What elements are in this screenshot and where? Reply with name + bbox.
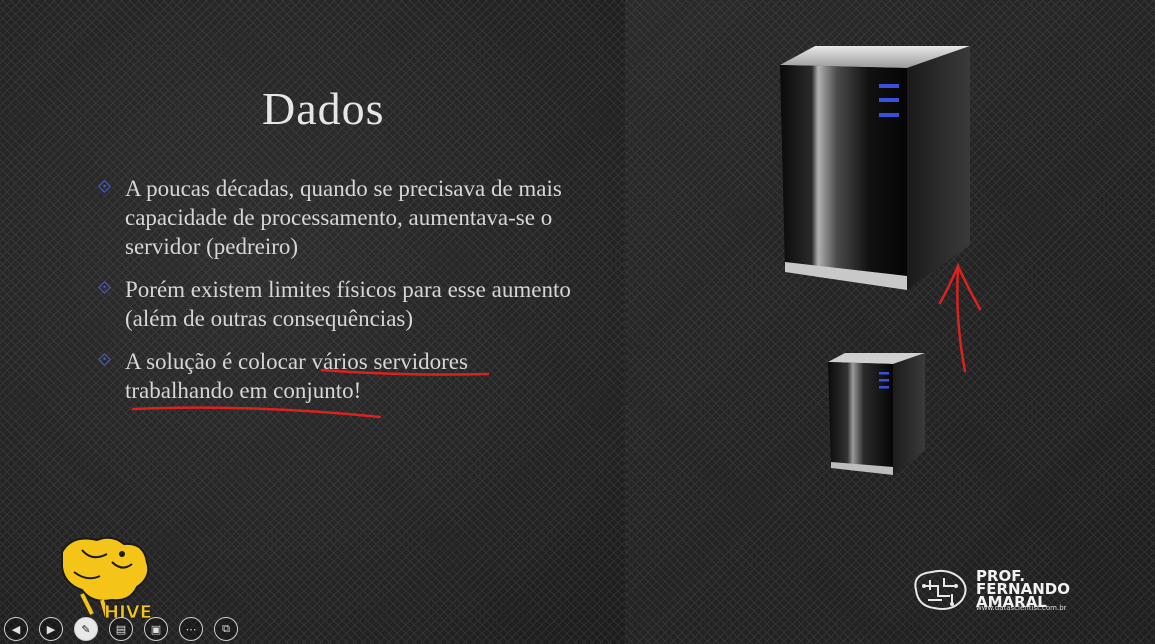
bullet-list: A poucas décadas, quando se precisava de… [98,174,578,419]
more-options-button[interactable]: ⋯ [179,617,203,641]
brand-logo: PROF. FERNANDO AMARAL www.datascientist.… [908,566,1078,618]
diamond-bullet-icon [98,180,111,193]
small-server-image [828,353,925,475]
pen-tool-button[interactable]: ✎ [74,617,98,641]
presentation-controls: ◀ ▶ ✎ ▤ ▣ ⋯ ⧉ [4,617,238,643]
presenter-view-icon: ⧉ [222,622,230,635]
slides-grid-icon: ▣ [150,622,162,636]
previous-slide-button[interactable]: ◀ [4,617,28,641]
bullet-item: Porém existem limites físicos para esse … [98,275,578,333]
subtitles-button[interactable]: ▤ [109,617,133,641]
bullet-item: A solução é colocar vários servidores tr… [98,347,578,405]
chevron-right-icon: ▶ [46,622,56,636]
subtitles-icon: ▤ [115,622,127,636]
ellipsis-icon: ⋯ [185,622,197,636]
bullet-text: A solução é colocar vários servidores tr… [125,349,468,403]
presenter-view-button[interactable]: ⧉ [214,617,238,641]
bullet-text: A poucas décadas, quando se precisava de… [125,176,562,259]
large-server-image [780,46,970,290]
slide-title: Dados [262,83,385,134]
diamond-bullet-icon [98,353,111,366]
bullet-text: Porém existem limites físicos para esse … [125,277,571,331]
slide-overview-button[interactable]: ▣ [144,617,168,641]
hive-logo: HIVE [61,536,152,622]
diamond-bullet-icon [98,281,111,294]
chevron-left-icon: ◀ [11,622,21,636]
next-slide-button[interactable]: ▶ [39,617,63,641]
bullet-item: A poucas décadas, quando se precisava de… [98,174,578,261]
brand-url: www.datascientist.com.br [976,604,1067,612]
pen-icon: ✎ [81,622,91,636]
brain-circuit-icon [914,569,967,610]
